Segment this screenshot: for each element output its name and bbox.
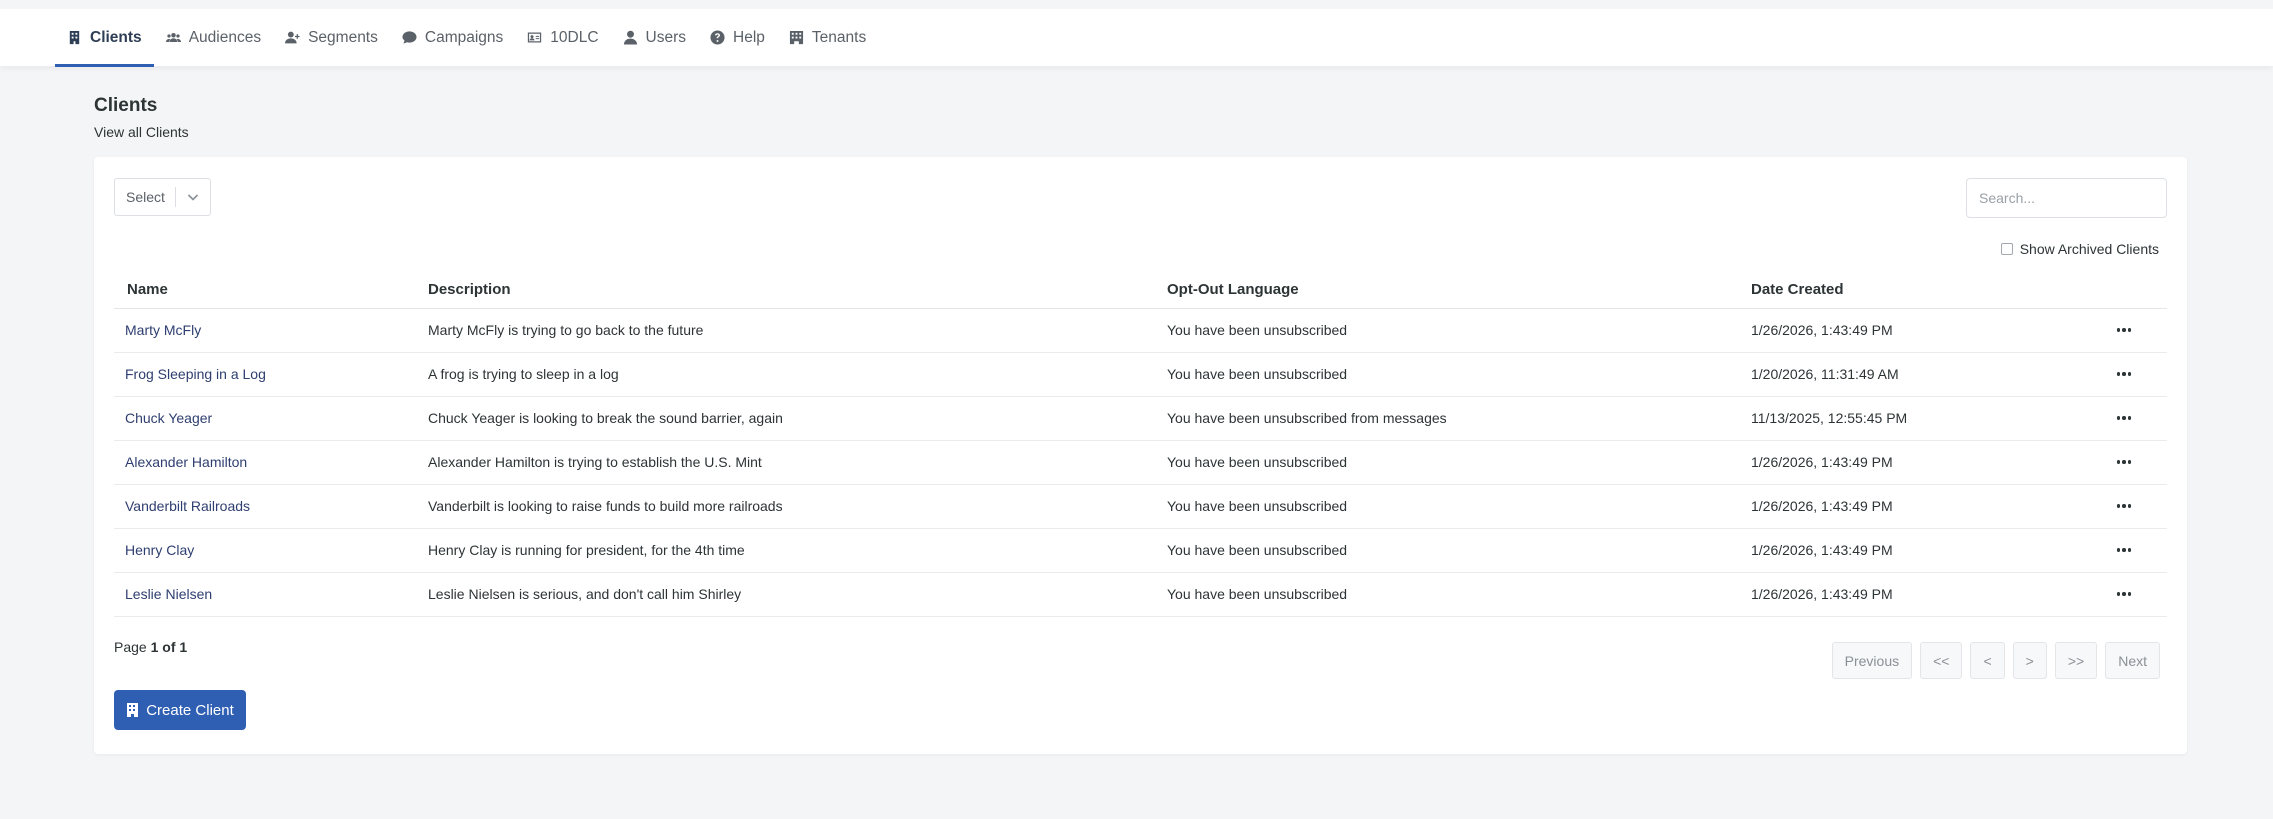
clients-card: Select Show Archived Clients Name Descri… bbox=[94, 157, 2187, 754]
nav-label: Users bbox=[645, 28, 687, 46]
next-page-button[interactable]: > bbox=[2012, 642, 2047, 679]
client-date-created: 1/26/2026, 1:43:49 PM bbox=[1751, 484, 2081, 529]
client-description: Alexander Hamilton is trying to establis… bbox=[428, 440, 1167, 485]
table-row: Alexander Hamilton Alexander Hamilton is… bbox=[114, 440, 2167, 485]
more-actions-icon[interactable] bbox=[2081, 504, 2167, 508]
show-archived-checkbox[interactable] bbox=[2000, 243, 2013, 255]
column-header-description[interactable]: Description bbox=[428, 268, 1167, 309]
client-date-created: 1/26/2026, 1:43:49 PM bbox=[1751, 528, 2081, 573]
client-name-link[interactable]: Frog Sleeping in a Log bbox=[114, 352, 428, 397]
main-nav: Clients Audiences Segments Campaigns 10D… bbox=[55, 9, 878, 67]
column-header-actions bbox=[2081, 268, 2167, 309]
prev-page-button[interactable]: < bbox=[1970, 642, 2005, 679]
pagination-controls: Previous << < > >> Next bbox=[1831, 642, 2160, 679]
building-icon bbox=[69, 30, 80, 45]
user-icon bbox=[623, 30, 637, 45]
table-header-row: Name Description Opt-Out Language Date C… bbox=[114, 268, 2167, 309]
id-card-icon bbox=[528, 32, 542, 43]
nav-item-help[interactable]: Help bbox=[698, 9, 777, 66]
question-circle-icon bbox=[710, 30, 725, 45]
client-opt-out: You have been unsubscribed bbox=[1167, 440, 1751, 485]
select-placeholder: Select bbox=[126, 189, 165, 205]
client-opt-out: You have been unsubscribed bbox=[1167, 352, 1751, 397]
client-description: Marty McFly is trying to go back to the … bbox=[428, 308, 1167, 353]
page-subtitle: View all Clients bbox=[94, 124, 189, 140]
nav-label: 10DLC bbox=[550, 28, 599, 46]
client-name-link[interactable]: Leslie Nielsen bbox=[114, 572, 428, 617]
client-date-created: 1/26/2026, 1:43:49 PM bbox=[1751, 572, 2081, 617]
more-actions-icon[interactable] bbox=[2081, 328, 2167, 332]
table-row: Frog Sleeping in a Log A frog is trying … bbox=[114, 352, 2167, 397]
client-opt-out: You have been unsubscribed bbox=[1167, 528, 1751, 573]
more-actions-icon[interactable] bbox=[2081, 592, 2167, 596]
client-name-link[interactable]: Henry Clay bbox=[114, 528, 428, 573]
table-row: Leslie Nielsen Leslie Nielsen is serious… bbox=[114, 572, 2167, 617]
client-description: Chuck Yeager is looking to break the sou… bbox=[428, 396, 1167, 441]
page-prefix: Page bbox=[114, 639, 151, 655]
create-client-label: Create Client bbox=[146, 701, 234, 719]
show-archived-label: Show Archived Clients bbox=[2019, 241, 2159, 257]
nav-item-clients[interactable]: Clients bbox=[55, 9, 154, 67]
column-header-date-created[interactable]: Date Created bbox=[1751, 268, 2081, 309]
client-date-created: 1/26/2026, 1:43:49 PM bbox=[1751, 308, 2081, 353]
nav-item-segments[interactable]: Segments bbox=[273, 9, 390, 66]
nav-item-tenants[interactable]: Tenants bbox=[777, 9, 878, 66]
nav-item-users[interactable]: Users bbox=[611, 9, 698, 66]
client-description: Henry Clay is running for president, for… bbox=[428, 528, 1167, 573]
client-opt-out: You have been unsubscribed bbox=[1167, 308, 1751, 353]
client-name-link[interactable]: Marty McFly bbox=[114, 308, 428, 353]
more-actions-icon[interactable] bbox=[2081, 416, 2167, 420]
table-row: Vanderbilt Railroads Vanderbilt is looki… bbox=[114, 484, 2167, 529]
client-name-link[interactable]: Chuck Yeager bbox=[114, 396, 428, 441]
search-input[interactable] bbox=[1966, 178, 2167, 218]
client-description: A frog is trying to sleep in a log bbox=[428, 352, 1167, 397]
client-name-link[interactable]: Alexander Hamilton bbox=[114, 440, 428, 485]
more-actions-icon[interactable] bbox=[2081, 460, 2167, 464]
client-date-created: 1/26/2026, 1:43:49 PM bbox=[1751, 440, 2081, 485]
nav-item-campaigns[interactable]: Campaigns bbox=[390, 9, 515, 66]
client-date-created: 1/20/2026, 11:31:49 AM bbox=[1751, 352, 2081, 397]
more-actions-icon[interactable] bbox=[2081, 372, 2167, 376]
column-header-opt-out[interactable]: Opt-Out Language bbox=[1167, 268, 1751, 309]
nav-label: Help bbox=[733, 28, 765, 46]
client-description: Vanderbilt is looking to raise funds to … bbox=[428, 484, 1167, 529]
page-indicator: Page 1 of 1 bbox=[114, 639, 187, 655]
show-archived-toggle[interactable]: Show Archived Clients bbox=[2000, 241, 2159, 257]
nav-item-audiences[interactable]: Audiences bbox=[154, 9, 273, 66]
previous-button[interactable]: Previous bbox=[1831, 642, 1913, 679]
top-navigation-bar: Clients Audiences Segments Campaigns 10D… bbox=[0, 0, 2273, 67]
table-row: Marty McFly Marty McFly is trying to go … bbox=[114, 308, 2167, 353]
client-date-created: 11/13/2025, 12:55:45 PM bbox=[1751, 396, 2081, 441]
client-description: Leslie Nielsen is serious, and don't cal… bbox=[428, 572, 1167, 617]
comment-icon bbox=[402, 31, 417, 44]
client-opt-out: You have been unsubscribed bbox=[1167, 484, 1751, 529]
first-page-button[interactable]: << bbox=[1920, 642, 1963, 679]
column-header-name[interactable]: Name bbox=[114, 268, 428, 309]
next-button[interactable]: Next bbox=[2105, 642, 2160, 679]
user-plus-icon bbox=[285, 31, 300, 44]
client-name-link[interactable]: Vanderbilt Railroads bbox=[114, 484, 428, 529]
page-title: Clients bbox=[94, 95, 158, 116]
client-opt-out: You have been unsubscribed bbox=[1167, 572, 1751, 617]
clients-table: Name Description Opt-Out Language Date C… bbox=[114, 268, 2167, 617]
nav-label: Audiences bbox=[188, 28, 262, 46]
table-row: Chuck Yeager Chuck Yeager is looking to … bbox=[114, 396, 2167, 441]
table-row: Henry Clay Henry Clay is running for pre… bbox=[114, 528, 2167, 573]
building-icon bbox=[127, 703, 139, 717]
nav-label: Segments bbox=[308, 28, 378, 46]
last-page-button[interactable]: >> bbox=[2054, 642, 2098, 679]
create-client-button[interactable]: Create Client bbox=[114, 690, 246, 730]
more-actions-icon[interactable] bbox=[2081, 548, 2167, 552]
nav-label: Tenants bbox=[811, 28, 867, 46]
nav-label: Clients bbox=[90, 28, 142, 46]
client-opt-out: You have been unsubscribed from messages bbox=[1167, 396, 1751, 441]
page-value: 1 of 1 bbox=[150, 639, 188, 655]
nav-item-10dlc[interactable]: 10DLC bbox=[515, 9, 610, 66]
building-columns-icon bbox=[789, 30, 803, 45]
chevron-down-icon[interactable] bbox=[176, 190, 210, 204]
users-icon bbox=[165, 33, 181, 42]
nav-label: Campaigns bbox=[424, 28, 504, 46]
filter-select[interactable]: Select bbox=[114, 178, 211, 216]
